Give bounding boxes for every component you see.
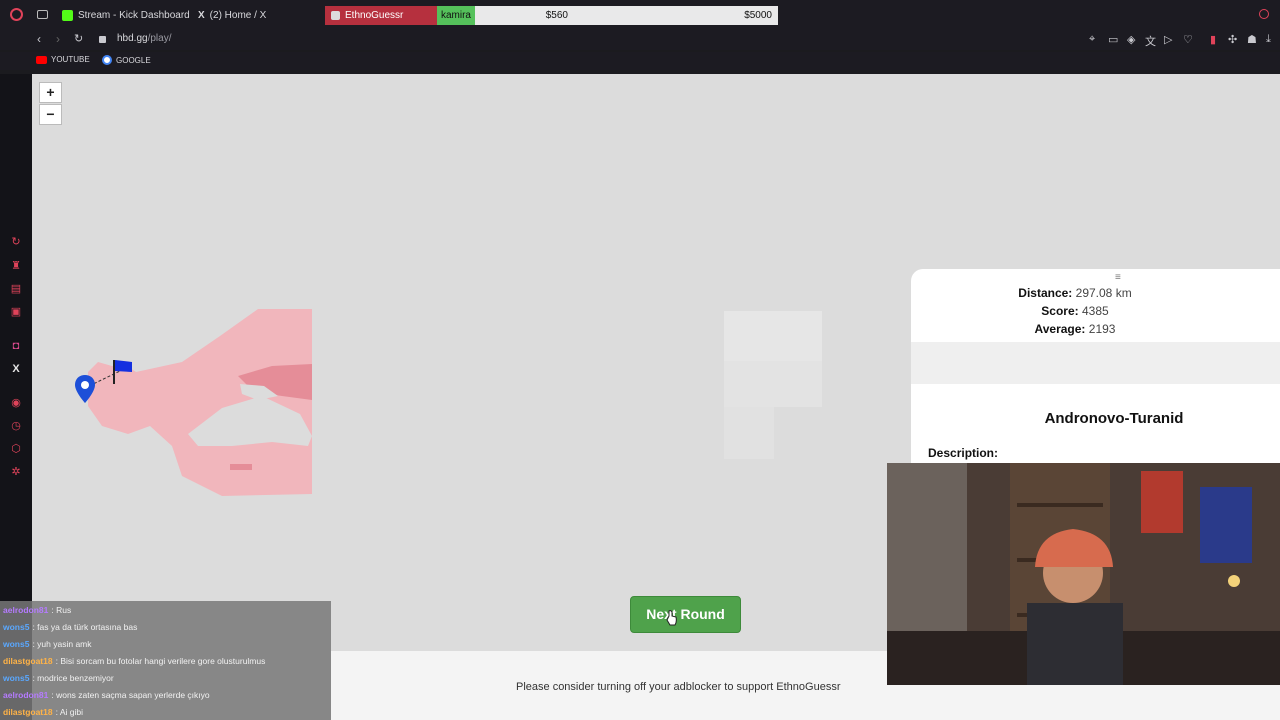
webcam-image: [887, 463, 1280, 685]
search-icon[interactable]: [1259, 9, 1269, 19]
youtube-icon: [36, 55, 47, 64]
score-label: Score:: [1041, 304, 1079, 318]
drag-handle-icon[interactable]: ≡: [1115, 272, 1121, 283]
overlay-game-label: EthnoGuessr: [345, 10, 404, 21]
x-sidebar-icon[interactable]: X: [10, 363, 22, 375]
adblock-notice: Please consider turning off your adblock…: [516, 681, 841, 693]
distance-value: 297.08 km: [1075, 286, 1132, 300]
chat-message: aelrodon81: wons zaten saçma sapan yerle…: [0, 686, 331, 703]
play-icon[interactable]: ▷: [1164, 33, 1172, 46]
back-icon[interactable]: ‹: [37, 32, 41, 46]
overlay-user: kamira: [437, 6, 475, 25]
average-label: Average:: [1034, 322, 1086, 336]
robot-icon[interactable]: ♜: [10, 260, 22, 272]
url-host: hbd.gg: [117, 33, 148, 44]
chat-user: aelrodon81: [3, 689, 49, 700]
chat-message: aelrodon81: Rus: [0, 601, 331, 618]
bookmark-google[interactable]: GOOGLE: [102, 55, 151, 65]
tab-label: Stream - Kick Dashboard: [78, 9, 190, 21]
chat-text: : modrice benzemiyor: [32, 672, 114, 683]
faint-region: [724, 407, 774, 459]
bookmark-label: GOOGLE: [116, 55, 151, 65]
forward-icon[interactable]: ›: [56, 32, 60, 46]
average-value: 2193: [1088, 322, 1116, 336]
chat-message: wons5: yuh yasin amk: [0, 635, 331, 652]
player-icon[interactable]: ◉: [10, 397, 22, 409]
address-bar: ‹ › ↻ hbd.gg/play/ ⌖ ▭ ◈ 文 ▷ ♡ ▮ ✣ ☗ ⤓: [0, 30, 1280, 50]
score-stat: Score: 4385: [866, 304, 1280, 318]
overlay-current-amount: $560: [545, 10, 568, 21]
heat-region: [88, 309, 312, 496]
stream-chat: aelrodon81: Rus wons5: fas ya da türk or…: [0, 601, 331, 720]
lock-icon: [99, 36, 106, 43]
url-path: /play/: [147, 33, 172, 44]
puzzle-icon[interactable]: ✣: [1228, 33, 1237, 46]
webcam-feed: [887, 463, 1280, 685]
chat-user: dilastgoat18: [3, 655, 53, 666]
chat-text: : yuh yasin amk: [32, 638, 92, 649]
clock-icon[interactable]: ◷: [10, 420, 22, 432]
chat-user: wons5: [3, 621, 30, 632]
heat-hotspot-small: [230, 464, 252, 470]
stream-goal-overlay: EthnoGuessr kamira $560 $5000: [325, 6, 778, 25]
tab-kick-dashboard[interactable]: Stream - Kick Dashboard: [62, 6, 190, 24]
chat-message: wons5: fas ya da türk ortasına bas: [0, 618, 331, 635]
kick-icon: [62, 9, 73, 21]
overlay-goal-amount: $5000: [744, 10, 772, 21]
screenshot-icon[interactable]: ▭: [1108, 33, 1118, 46]
chat-text: : Bisi sorcam bu fotolar hangi verilere …: [55, 655, 266, 666]
google-icon: [102, 55, 112, 65]
overlay-game-tab[interactable]: EthnoGuessr: [325, 6, 437, 25]
culture-title: Andronovo-Turanid: [1044, 410, 1184, 427]
ethnoguessr-icon: [331, 11, 340, 20]
translate-icon[interactable]: 文: [1145, 33, 1156, 49]
history-icon[interactable]: ↻: [10, 236, 22, 248]
result-panel: ≡ Distance: 297.08 km Score: 4385 Averag…: [911, 269, 1280, 469]
cube-icon[interactable]: ⬡: [10, 443, 22, 455]
messenger-icon[interactable]: ▤: [10, 283, 22, 295]
chat-user: dilastgoat18: [3, 706, 53, 717]
answer-flag-icon: [113, 360, 132, 384]
download-icon[interactable]: ⤓: [1266, 33, 1271, 46]
url-field[interactable]: hbd.gg/play/: [117, 33, 172, 44]
tab-x-home[interactable]: X (2) Home / X: [198, 6, 266, 24]
settings-icon[interactable]: ✲: [10, 466, 22, 478]
faint-region: [724, 311, 822, 361]
chat-user: wons5: [3, 638, 30, 649]
chat-user: aelrodon81: [3, 604, 49, 615]
distance-label: Distance:: [1018, 286, 1073, 300]
bookmark-youtube[interactable]: YOUTUBE: [36, 55, 90, 64]
workspaces-icon[interactable]: [37, 10, 48, 19]
reload-icon[interactable]: ↻: [74, 32, 83, 45]
extension-red-icon[interactable]: ▮: [1210, 33, 1216, 46]
chat-text: : fas ya da türk ortasına bas: [32, 621, 138, 632]
faint-region: [724, 361, 822, 407]
heart-icon[interactable]: ♡: [1183, 33, 1193, 46]
chat-text: : wons zaten saçma sapan yerlerde çıkıyo: [51, 689, 210, 700]
profile-icon[interactable]: ☗: [1247, 33, 1257, 46]
description-label: Description:: [928, 446, 999, 460]
average-stat: Average: 2193: [866, 322, 1280, 336]
guess-pin-icon: [75, 375, 95, 403]
chat-message: dilastgoat18: Ai gibi: [0, 703, 331, 720]
chat-text: : Ai gibi: [55, 706, 84, 717]
shield-icon[interactable]: ◈: [1127, 33, 1135, 46]
pin-icon[interactable]: ⌖: [1089, 33, 1095, 46]
panel-divider: [911, 342, 1280, 384]
browser-logo-icon[interactable]: [10, 8, 23, 21]
tab-label: (2) Home / X: [209, 9, 267, 21]
distance-stat: Distance: 297.08 km: [866, 286, 1280, 300]
x-icon: X: [198, 9, 205, 21]
bookmark-label: YOUTUBE: [51, 55, 90, 64]
next-round-button[interactable]: Next Round: [630, 596, 741, 633]
mouse-cursor-icon: [666, 610, 677, 626]
chat-message: dilastgoat18: Bisi sorcam bu fotolar han…: [0, 652, 331, 669]
chat-user: wons5: [3, 672, 30, 683]
instagram-icon[interactable]: ◘: [10, 340, 22, 352]
twitch-icon[interactable]: ▣: [10, 306, 22, 318]
bookmarks-bar: YOUTUBE GOOGLE: [0, 52, 1280, 70]
chat-message: wons5: modrice benzemiyor: [0, 669, 331, 686]
score-value: 4385: [1082, 304, 1109, 318]
chat-text: : Rus: [51, 604, 72, 615]
